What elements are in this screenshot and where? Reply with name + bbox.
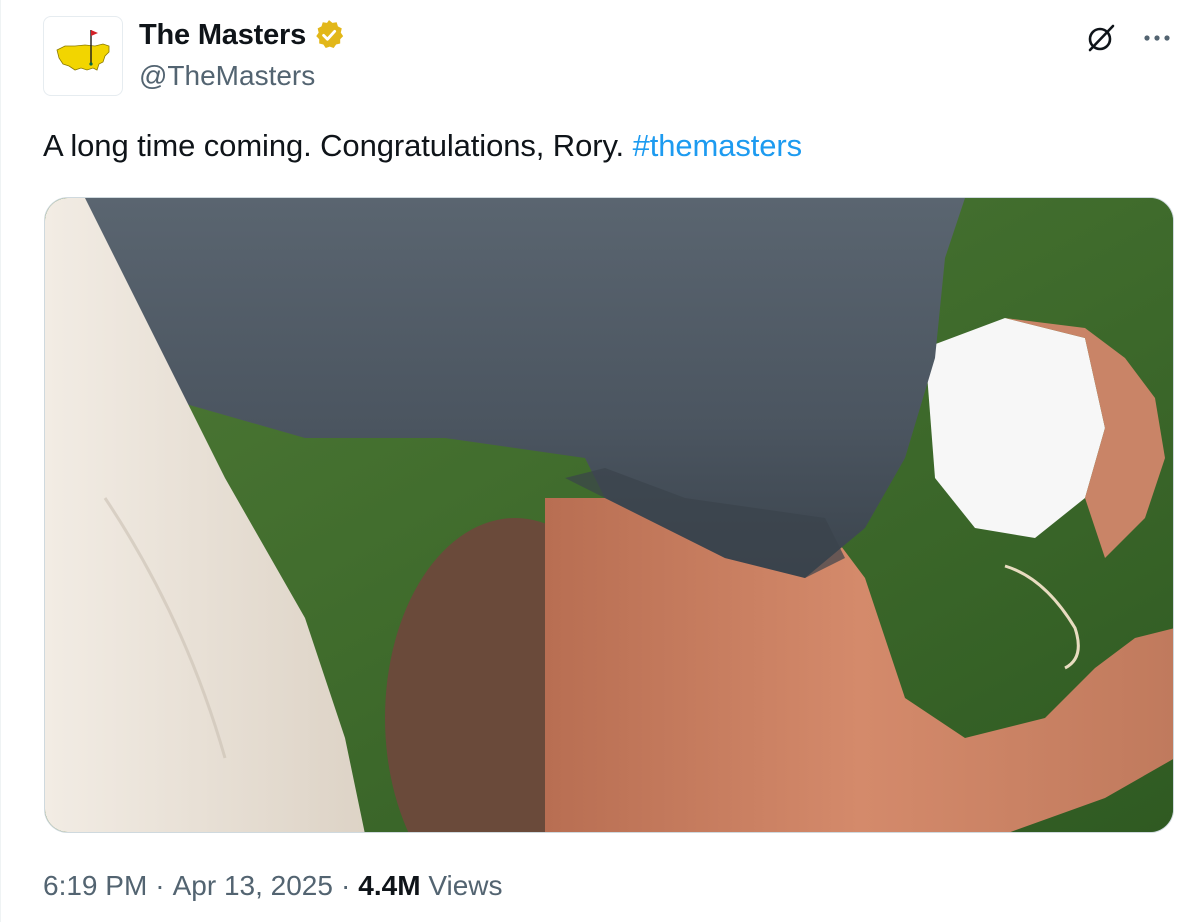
tweet-date[interactable]: Apr 13, 2025 xyxy=(173,870,333,902)
author-name-row: The Masters xyxy=(139,18,346,52)
meta-separator: · xyxy=(340,870,351,901)
display-name[interactable]: The Masters xyxy=(139,19,306,52)
tweet-meta: 6:19 PM · Apr 13, 2025 · 4.4M Views xyxy=(43,870,503,902)
tweet-video[interactable] xyxy=(44,197,1174,833)
tweet-time[interactable]: 6:19 PM xyxy=(43,870,147,902)
tweet-text: A long time coming. Congratulations, Ror… xyxy=(43,128,802,164)
avatar[interactable] xyxy=(43,16,123,96)
meta-separator: · xyxy=(155,870,165,901)
author-handle[interactable]: @TheMasters xyxy=(139,60,315,92)
verified-gold-badge-icon[interactable] xyxy=(312,18,346,52)
tweet-body: A long time coming. Congratulations, Ror… xyxy=(43,128,633,163)
views-label: Views xyxy=(428,870,503,901)
hashtag-link[interactable]: #themasters xyxy=(633,128,803,163)
grok-icon[interactable] xyxy=(1083,20,1119,56)
tweet-card: The Masters @TheMasters A long time comi… xyxy=(0,0,1198,922)
more-dots-icon[interactable] xyxy=(1139,20,1175,56)
masters-logo-icon xyxy=(56,30,110,71)
views[interactable]: 4.4M Views xyxy=(358,870,502,902)
video-thumbnail xyxy=(45,198,1173,832)
views-count: 4.4M xyxy=(358,870,421,901)
